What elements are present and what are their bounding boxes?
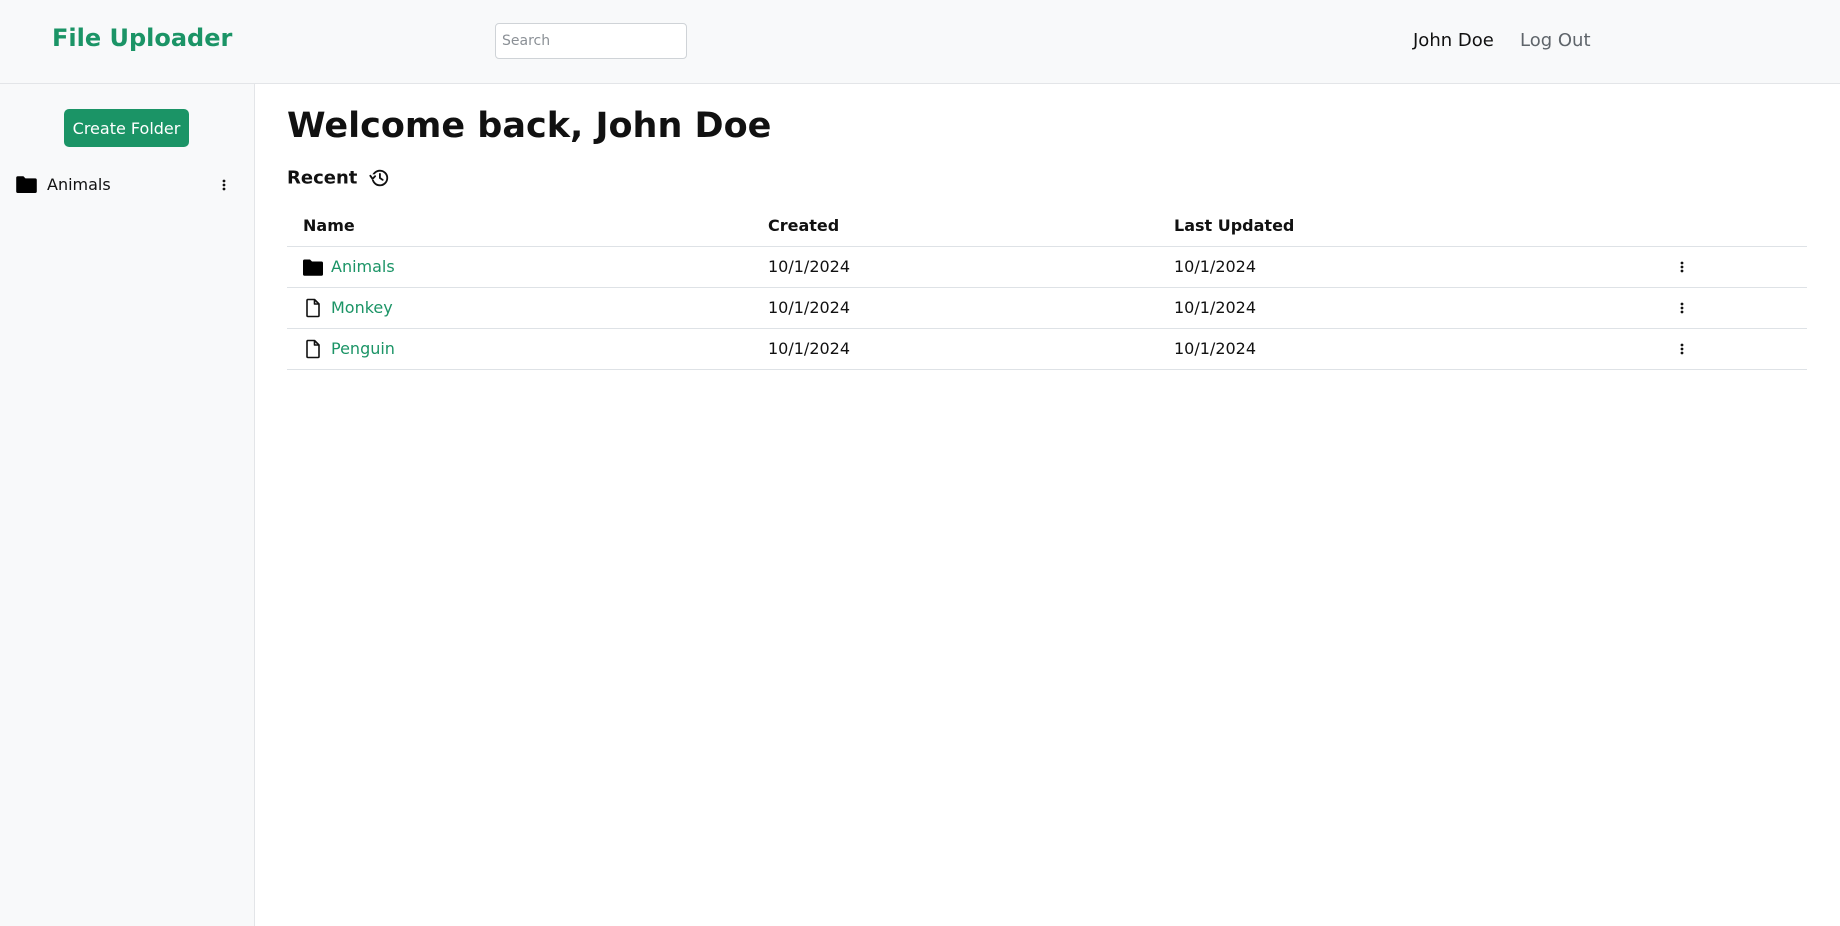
table-row: Animals 10/1/2024 10/1/2024: [287, 246, 1807, 288]
search-input[interactable]: [495, 23, 687, 59]
section-heading-label: Recent: [287, 167, 358, 189]
page-title: Welcome back, John Doe: [287, 106, 772, 146]
kebab-menu-icon[interactable]: [1674, 339, 1690, 359]
sidebar: Create Folder Animals: [0, 84, 255, 926]
recent-files-table: Name Created Last Updated Animals 10/1/2…: [287, 206, 1807, 370]
table-header-row: Name Created Last Updated: [287, 206, 1807, 247]
name-cell: Animals: [287, 246, 752, 288]
item-link[interactable]: Penguin: [331, 339, 395, 358]
top-navbar: File Uploader John Doe Log Out: [0, 0, 1840, 84]
name-cell: Monkey: [287, 287, 752, 329]
actions-cell: [1658, 287, 1807, 329]
file-icon: [306, 298, 320, 318]
item-link[interactable]: Monkey: [331, 298, 393, 317]
create-folder-button[interactable]: Create Folder: [64, 109, 189, 147]
updated-cell: 10/1/2024: [1158, 287, 1658, 329]
folder-icon: [303, 259, 323, 276]
name-cell: Penguin: [287, 328, 752, 370]
created-cell: 10/1/2024: [752, 246, 1158, 288]
updated-cell: 10/1/2024: [1158, 328, 1658, 370]
kebab-menu-icon[interactable]: [1674, 298, 1690, 318]
logout-link[interactable]: Log Out: [1520, 30, 1591, 51]
created-cell: 10/1/2024: [752, 287, 1158, 329]
table-row: Monkey 10/1/2024 10/1/2024: [287, 287, 1807, 329]
history-icon: [369, 169, 389, 187]
main-content: Welcome back, John Doe Recent Name Creat…: [256, 84, 1840, 926]
folder-icon: [16, 176, 37, 193]
column-header-name: Name: [287, 206, 752, 247]
brand-link[interactable]: File Uploader: [52, 24, 232, 52]
column-header-actions: [1658, 206, 1807, 247]
column-header-created: Created: [752, 206, 1158, 247]
file-icon: [306, 339, 320, 359]
created-cell: 10/1/2024: [752, 328, 1158, 370]
recent-section-heading: Recent: [287, 167, 390, 191]
item-link[interactable]: Animals: [331, 257, 395, 276]
user-name: John Doe: [1413, 30, 1494, 51]
sidebar-item-animals[interactable]: Animals: [16, 172, 231, 198]
kebab-menu-icon[interactable]: [216, 175, 232, 195]
sidebar-item-label: Animals: [47, 175, 111, 194]
actions-cell: [1658, 328, 1807, 370]
actions-cell: [1658, 246, 1807, 288]
updated-cell: 10/1/2024: [1158, 246, 1658, 288]
table-row: Penguin 10/1/2024 10/1/2024: [287, 328, 1807, 370]
kebab-menu-icon[interactable]: [1674, 257, 1690, 277]
column-header-last-updated: Last Updated: [1158, 206, 1658, 247]
